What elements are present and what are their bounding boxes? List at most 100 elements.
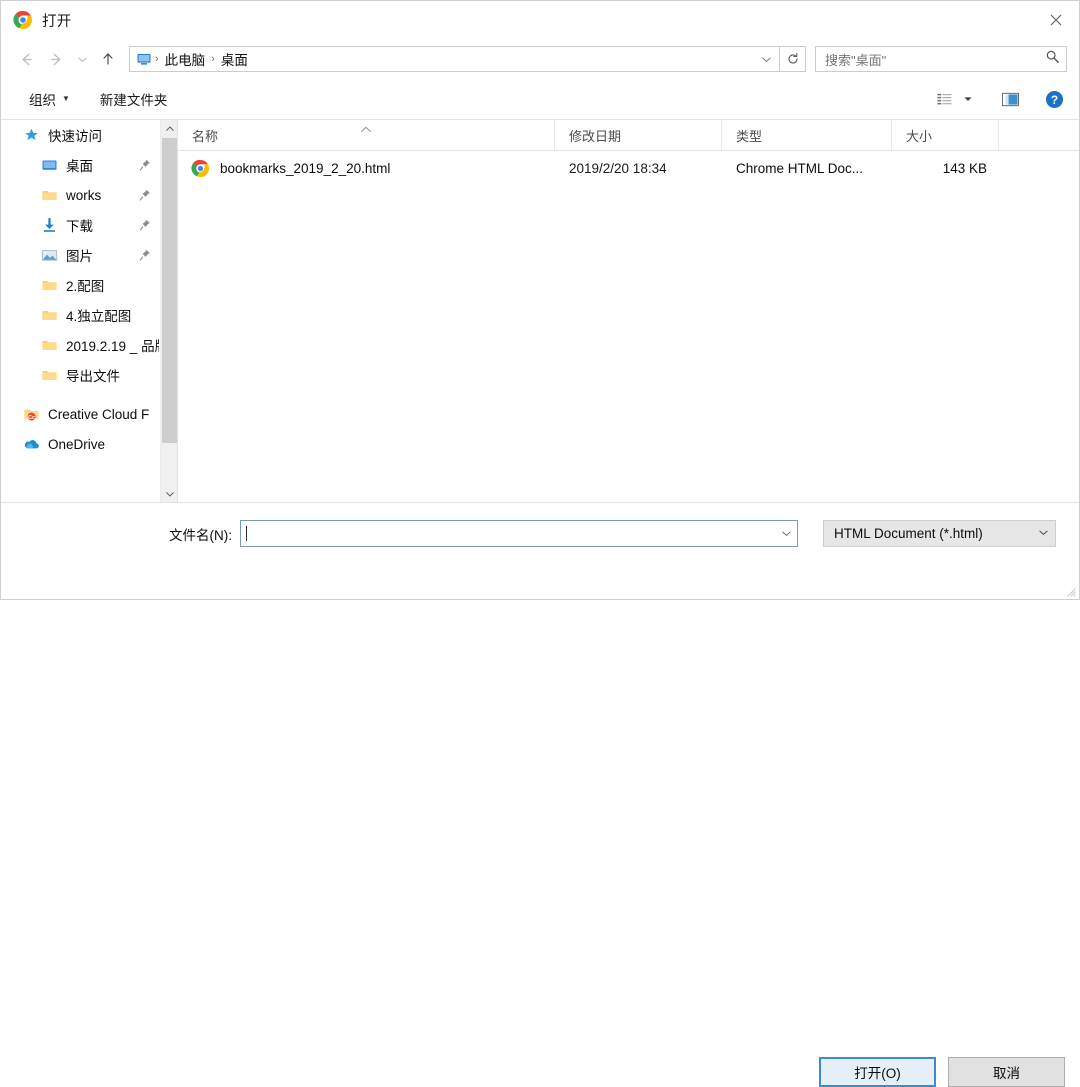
forward-button[interactable]	[41, 45, 71, 73]
help-icon[interactable]: ?	[1039, 85, 1069, 113]
chrome-icon	[13, 10, 33, 30]
sidebar-item-label: 4.独立配图	[66, 309, 132, 324]
column-header-type[interactable]: 类型	[722, 120, 892, 150]
view-mode-dropdown[interactable]	[959, 85, 977, 113]
chevron-down-icon[interactable]	[1038, 525, 1049, 543]
dialog-footer: 文件名(N): HTML Document (*.html) 打开(O) 取消	[1, 502, 1079, 1087]
search-placeholder: 搜索"桌面"	[825, 52, 887, 68]
sidebar-item-label: Creative Cloud F	[48, 406, 150, 422]
folder-icon	[41, 277, 58, 294]
chevron-down-icon: ▼	[62, 94, 70, 103]
open-file-dialog: 打开 › 此电脑 › 桌面 搜索"桌面" 组织 ▼ 新建文件夹 ? 快速访问 桌…	[0, 0, 1080, 1087]
file-type-select[interactable]: HTML Document (*.html)	[823, 520, 1056, 547]
folder-icon	[41, 307, 58, 324]
file-rows: bookmarks_2019_2_20.html 2019/2/20 18:34…	[178, 151, 1079, 502]
file-type-value: HTML Document (*.html)	[834, 526, 983, 541]
preview-pane-button[interactable]	[995, 85, 1025, 113]
search-input[interactable]: 搜索"桌面"	[815, 46, 1067, 72]
breadcrumb-item-this-pc[interactable]: 此电脑	[160, 49, 211, 69]
column-header-filler	[999, 120, 1079, 150]
organize-button[interactable]: 组织 ▼	[19, 85, 80, 113]
navigation-pane-scrollbar[interactable]	[160, 120, 177, 502]
column-headers: 名称 修改日期 类型 大小	[178, 120, 1079, 151]
column-header-date-modified[interactable]: 修改日期	[555, 120, 722, 150]
close-button[interactable]	[1033, 1, 1079, 39]
filename-row: 文件名(N):	[169, 520, 798, 547]
sidebar-item-label: works	[66, 187, 102, 203]
sidebar-item-label: 图片	[66, 249, 93, 264]
chrome-icon	[191, 159, 210, 178]
file-type-cell: Chrome HTML Doc...	[736, 160, 864, 176]
navigation-bar: › 此电脑 › 桌面 搜索"桌面"	[1, 39, 1079, 79]
pictures-icon	[41, 247, 58, 264]
new-folder-label: 新建文件夹	[99, 93, 168, 108]
sidebar-item-label: 导出文件	[66, 369, 120, 384]
column-header-label: 修改日期	[569, 128, 622, 144]
refresh-button[interactable]	[780, 46, 806, 72]
desktop-icon	[41, 157, 58, 174]
sidebar-item-label: 快速访问	[48, 129, 102, 144]
open-button[interactable]: 打开(O)	[819, 1057, 936, 1087]
star-icon	[23, 127, 40, 144]
download-icon	[41, 217, 58, 234]
dialog-body: 快速访问 桌面 works 下载 图片 2.配图 4.独立配图 2019.2.1…	[1, 120, 1079, 502]
column-header-label: 大小	[906, 128, 933, 144]
breadcrumb-item-desktop[interactable]: 桌面	[216, 49, 253, 69]
sort-ascending-icon	[360, 121, 373, 136]
filename-dropdown-icon[interactable]	[775, 521, 797, 546]
table-row[interactable]: bookmarks_2019_2_20.html 2019/2/20 18:34…	[178, 151, 1079, 185]
sidebar-item-label: 2.配图	[66, 279, 105, 294]
filename-input[interactable]	[240, 520, 798, 547]
file-date-cell: 2019/2/20 18:34	[569, 160, 667, 176]
scrollbar-thumb[interactable]	[162, 138, 177, 443]
svg-text:?: ?	[1050, 92, 1057, 106]
pin-icon[interactable]	[139, 189, 151, 202]
address-dropdown-icon[interactable]	[755, 47, 777, 71]
sidebar-item-creative-cloud[interactable]: Cc Creative Cloud F	[1, 399, 159, 429]
up-button[interactable]	[93, 45, 123, 73]
file-name-label: bookmarks_2019_2_20.html	[220, 160, 391, 176]
text-caret	[246, 526, 247, 541]
sidebar-item-label: 桌面	[66, 159, 93, 174]
folder-icon	[41, 367, 58, 384]
command-bar: 组织 ▼ 新建文件夹 ?	[1, 79, 1079, 120]
sidebar-item-quick-access[interactable]: 快速访问	[1, 120, 159, 150]
view-mode-button[interactable]	[929, 85, 959, 113]
back-button[interactable]	[11, 45, 41, 73]
window-title: 打开	[42, 13, 72, 30]
resize-grip-icon[interactable]	[1064, 584, 1076, 597]
filename-label: 文件名(N):	[169, 527, 232, 543]
pin-icon[interactable]	[139, 159, 151, 172]
scroll-down-button[interactable]	[161, 485, 177, 502]
new-folder-button[interactable]: 新建文件夹	[90, 85, 178, 113]
file-name-cell[interactable]: bookmarks_2019_2_20.html	[178, 159, 555, 178]
title-bar: 打开	[1, 1, 1079, 39]
onedrive-icon	[23, 436, 40, 453]
column-header-size[interactable]: 大小	[892, 120, 999, 150]
sidebar-item-desktop[interactable]: 桌面	[1, 150, 159, 180]
file-size-cell: 143 KB	[942, 160, 987, 176]
navigation-pane: 快速访问 桌面 works 下载 图片 2.配图 4.独立配图 2019.2.1…	[1, 120, 177, 502]
address-bar[interactable]: › 此电脑 › 桌面	[129, 46, 780, 72]
organize-label: 组织	[29, 93, 56, 108]
recent-locations-button[interactable]	[71, 45, 93, 73]
sidebar-item-onedrive[interactable]: OneDrive	[1, 429, 159, 459]
sidebar-item-pictures[interactable]: 图片	[1, 240, 159, 270]
pin-icon[interactable]	[139, 249, 151, 262]
navigation-pane-scrollport: 快速访问 桌面 works 下载 图片 2.配图 4.独立配图 2019.2.1…	[1, 120, 159, 502]
pin-icon[interactable]	[139, 219, 151, 232]
sidebar-item-folder-4[interactable]: 4.独立配图	[1, 300, 159, 330]
search-icon[interactable]	[1045, 49, 1060, 69]
sidebar-item-label: OneDrive	[48, 436, 106, 452]
sidebar-item-export-files[interactable]: 导出文件	[1, 360, 159, 390]
sidebar-item-folder-brand[interactable]: 2019.2.19 _ 品牌	[1, 330, 159, 360]
sidebar-item-downloads[interactable]: 下载	[1, 210, 159, 240]
file-list: 名称 修改日期 类型 大小 bookmarks_2019_2_20.html 2…	[177, 120, 1079, 502]
cancel-button[interactable]: 取消	[948, 1057, 1065, 1087]
sidebar-item-works[interactable]: works	[1, 180, 159, 210]
sidebar-item-label: 2019.2.19 _ 品牌	[66, 339, 159, 354]
column-header-label: 名称	[192, 128, 219, 144]
scroll-up-button[interactable]	[161, 120, 177, 137]
sidebar-item-folder-2[interactable]: 2.配图	[1, 270, 159, 300]
column-header-name[interactable]: 名称	[178, 120, 555, 150]
